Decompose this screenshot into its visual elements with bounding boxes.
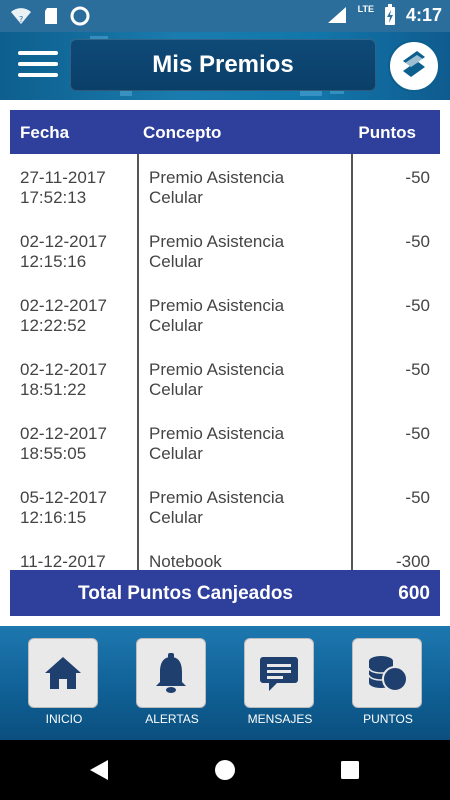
nav-label: PUNTOS [363,712,413,726]
table-row: 02-12-2017 18:55:05 Premio Asistencia Celu… [10,410,440,474]
column-header-fecha: Fecha [20,123,70,142]
nav-item-puntos[interactable]: PUNTOS [352,638,424,730]
cell-date: 11-12-2017 [20,552,106,570]
table-row: 02-12-2017 12:22:52 Premio Asistencia Celu… [10,282,440,346]
coins-icon [368,656,408,692]
app-header: Mis Premios [0,32,450,100]
table-row: 11-12-2017 Notebook -300 [10,538,440,570]
table-row: 02-12-2017 18:51:22 Premio Asistencia Celu… [10,346,440,410]
bell-icon [156,653,186,693]
back-icon[interactable] [88,758,110,782]
cell-concept: Premio Asistencia Celular [149,424,285,463]
logo-mark-icon [403,51,425,77]
table-body[interactable]: 27-11-2017 17:52:13 Premio Asistencia Celu… [10,154,440,570]
nav-label: ALERTAS [145,712,199,726]
status-clock: 4:17 [405,4,442,25]
total-value: 600 [398,583,430,604]
bottom-navigation: INICIO ALERTAS MENSAJES PUNTOS [0,626,450,740]
table-row: 27-11-2017 17:52:13 Premio Asistencia Celu… [10,154,440,218]
nav-button[interactable] [28,638,98,708]
system-navigation-bar [0,740,450,800]
table-header: Fecha Concepto Puntos [10,110,440,154]
cell-concept: Premio Asistencia Celular [149,296,285,335]
nav-button[interactable] [136,638,206,708]
cell-date: 27-11-2017 17:52:13 [20,168,106,207]
sd-card-icon [45,8,57,24]
nav-item-alertas[interactable]: ALERTAS [136,638,208,730]
hamburger-menu-icon[interactable] [18,51,58,81]
cell-date: 05-12-2017 12:16:15 [20,488,107,527]
prizes-table: Fecha Concepto Puntos 27-11-2017 17:52:13… [10,110,440,616]
cell-date: 02-12-2017 12:15:16 [20,232,107,271]
cell-concept: Premio Asistencia Celular [149,168,285,207]
column-header-puntos: Puntos [358,123,416,142]
total-label: Total Puntos Canjeados [78,583,294,604]
brand-logo-icon[interactable] [388,40,440,92]
battery-charging-icon [384,4,395,25]
cell-concept: Notebook [149,552,222,570]
table-row: 02-12-2017 12:15:16 Premio Asistencia Celu… [10,218,440,282]
message-icon [260,657,298,691]
sync-circle-icon [70,6,90,26]
cell-points: -50 [405,424,430,443]
cell-concept: Premio Asistencia Celular [149,232,285,271]
status-right: LTE 4:17 [326,4,442,26]
status-left: ? [10,6,90,26]
nav-label: MENSAJES [247,712,313,726]
wifi-unknown-icon: ? [11,8,31,24]
recents-icon[interactable] [340,760,360,780]
nav-label: INICIO [45,712,83,726]
network-type: LTE [357,4,374,14]
table-footer-total: Total Puntos Canjeados 600 [10,570,440,616]
page-title: Mis Premios [152,51,294,78]
cell-points: -50 [405,168,430,187]
cell-date: 02-12-2017 18:51:22 [20,360,107,399]
page-title-box: Mis Premios [70,39,376,91]
cell-points: -300 [395,552,430,570]
nav-item-mensajes[interactable]: MENSAJES [244,638,316,730]
cell-points: -50 [405,232,430,251]
cell-date: 02-12-2017 18:55:05 [20,424,107,463]
home-icon [45,657,81,689]
column-header-concepto: Concepto [143,123,222,142]
nav-item-inicio[interactable]: INICIO [28,638,100,730]
svg-text:?: ? [19,15,23,24]
nav-button[interactable] [352,638,422,708]
cell-date: 02-12-2017 12:22:52 [20,296,107,335]
cell-points: -50 [405,488,430,507]
nav-button[interactable] [244,638,314,708]
signal-icon [327,7,346,23]
cell-concept: Premio Asistencia Celular [149,360,285,399]
status-bar: ? LTE 4:17 [0,0,450,32]
cell-points: -50 [405,360,430,379]
cell-points: -50 [405,296,430,315]
home-circle-icon[interactable] [214,759,236,781]
table-row: 05-12-2017 12:16:15 Premio Asistencia Celu… [10,474,440,538]
cell-concept: Premio Asistencia Celular [149,488,285,527]
